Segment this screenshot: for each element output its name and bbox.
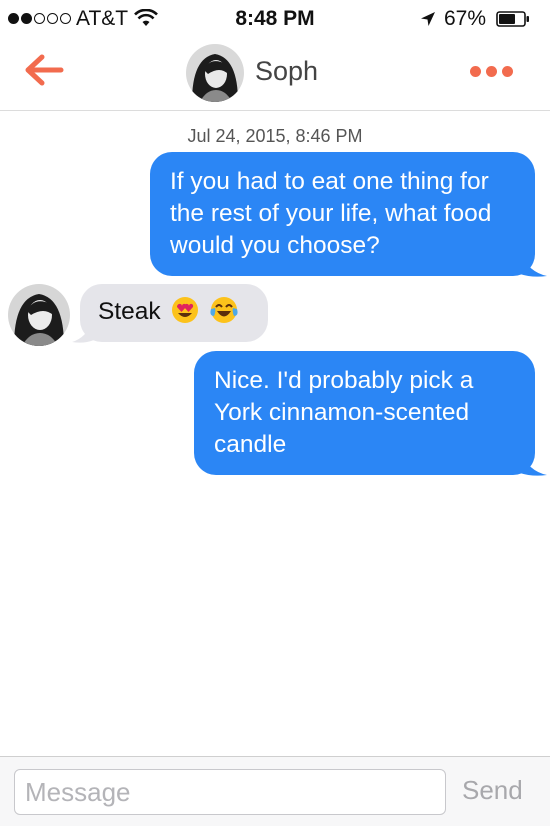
- incoming-message-bubble[interactable]: Steak: [80, 284, 268, 342]
- bubble-tail: [520, 252, 547, 277]
- avatar-photo: [186, 44, 244, 102]
- contact-avatar[interactable]: [186, 44, 244, 102]
- status-bar: AT&T 8:48 PM 67%: [0, 0, 550, 36]
- contact-name[interactable]: Soph: [255, 56, 318, 87]
- conversation-header: Soph: [0, 36, 550, 111]
- more-options-button[interactable]: [470, 56, 530, 86]
- avatar-photo: [8, 284, 70, 346]
- message-text: If you had to eat one thing for the rest…: [170, 168, 492, 259]
- battery-icon: [496, 11, 529, 27]
- message-timestamp: Jul 24, 2015, 8:46 PM: [187, 126, 363, 146]
- battery-percentage: 67%: [444, 7, 487, 30]
- arrow-left-icon: [25, 54, 64, 86]
- tears-of-joy-emoji: [210, 297, 238, 323]
- message-text: Nice. I'd probably pick a York cinnamon-…: [214, 367, 474, 458]
- send-button[interactable]: Send: [462, 775, 523, 806]
- heart-eyes-emoji: [172, 297, 199, 323]
- more-dots-icon: [502, 65, 513, 77]
- bubble-tail: [520, 451, 547, 476]
- location-arrow-icon: [421, 12, 435, 26]
- more-dots-icon: [486, 65, 497, 77]
- more-dots-icon: [470, 65, 481, 77]
- message-input[interactable]: [14, 769, 446, 815]
- message-composer: Send: [0, 756, 550, 826]
- contact-avatar-small[interactable]: [8, 284, 70, 346]
- back-button[interactable]: [20, 50, 70, 90]
- message-text: Steak: [98, 298, 161, 325]
- outgoing-message-bubble[interactable]: If you had to eat one thing for the rest…: [150, 152, 535, 276]
- outgoing-message-bubble[interactable]: Nice. I'd probably pick a York cinnamon-…: [194, 351, 535, 475]
